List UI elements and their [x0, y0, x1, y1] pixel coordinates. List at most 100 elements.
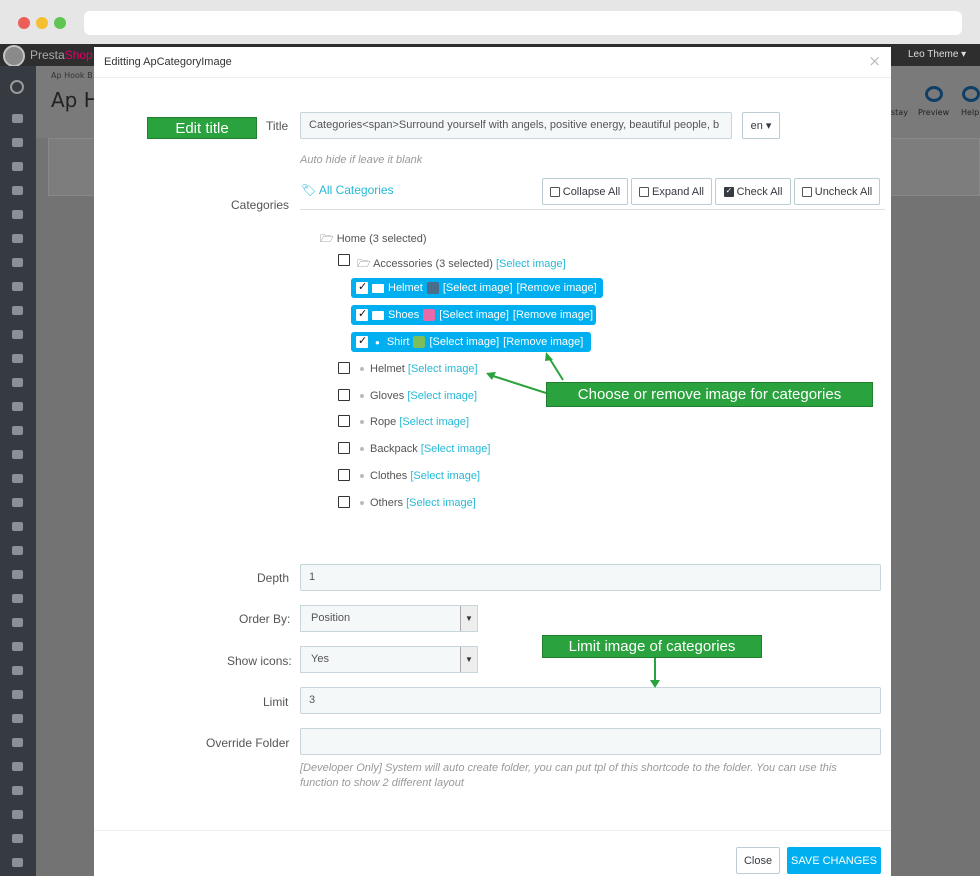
truck-icon[interactable]: [12, 546, 23, 555]
remove-image-link[interactable]: [Remove image]: [517, 282, 597, 294]
select-image-link[interactable]: [Select image]: [407, 390, 477, 402]
select-image-link[interactable]: [Select image]: [429, 336, 499, 348]
collapse-icon: [549, 186, 560, 197]
select-image-link[interactable]: [Select image]: [421, 443, 491, 455]
select-image-link[interactable]: [Select image]: [410, 470, 480, 482]
close-window-icon[interactable]: [18, 17, 30, 29]
wrench-icon[interactable]: [12, 594, 23, 603]
select-image-link[interactable]: [Select image]: [399, 416, 469, 428]
title-input[interactable]: Categories<span>Surround yourself with a…: [300, 112, 732, 139]
uncheck-all-button[interactable]: Uncheck All: [794, 178, 880, 205]
close-button[interactable]: Close: [736, 847, 780, 874]
tree-home-node[interactable]: 🗁 Home (3 selected): [320, 230, 427, 249]
remove-image-link[interactable]: [Remove image]: [503, 336, 583, 348]
globe-icon[interactable]: [12, 714, 23, 723]
tree-item-shirt-selected[interactable]: ● Shirt [Select image] [Remove image]: [351, 332, 591, 352]
tree-item[interactable]: Clothes [Select image]: [360, 470, 480, 482]
preview-button[interactable]: Preview: [918, 108, 949, 117]
globe-icon[interactable]: [12, 282, 23, 291]
tree-item-checkbox[interactable]: [338, 442, 350, 454]
tree-item[interactable]: Helmet [Select image]: [360, 363, 478, 375]
tree-item-helmet-selected[interactable]: Helmet [Select image] [Remove image]: [351, 278, 603, 298]
save-changes-button[interactable]: SAVE CHANGES: [787, 847, 881, 874]
gears-icon[interactable]: [12, 618, 23, 627]
puzzle-icon[interactable]: [12, 666, 23, 675]
select-image-link[interactable]: [Select image]: [439, 309, 509, 321]
override-folder-input[interactable]: [300, 728, 881, 755]
globe-icon[interactable]: [12, 426, 23, 435]
truck-icon[interactable]: [12, 834, 23, 843]
tag-icon[interactable]: [12, 786, 23, 795]
depth-input[interactable]: 1: [300, 564, 881, 591]
title-label: Title: [266, 119, 289, 133]
tag-icon[interactable]: [12, 210, 23, 219]
select-image-link[interactable]: [Select image]: [443, 282, 513, 294]
help-icon[interactable]: [962, 86, 980, 102]
expand-all-button[interactable]: Expand All: [631, 178, 712, 205]
tree-item-checkbox[interactable]: [338, 469, 350, 481]
tag-icon[interactable]: [12, 354, 23, 363]
tag-icon[interactable]: [12, 498, 23, 507]
order-by-select[interactable]: Position ▼: [300, 605, 478, 632]
tree-item[interactable]: Gloves [Select image]: [360, 390, 477, 402]
language-dropdown[interactable]: en ▾: [742, 112, 780, 139]
puzzle-icon[interactable]: [12, 378, 23, 387]
truck-icon[interactable]: [12, 690, 23, 699]
helmet-checkbox[interactable]: [356, 280, 368, 294]
globe-icon[interactable]: [12, 858, 23, 867]
wrench-icon[interactable]: [12, 306, 23, 315]
tree-item[interactable]: Others [Select image]: [360, 497, 476, 509]
puzzle-icon[interactable]: [12, 234, 23, 243]
truck-icon[interactable]: [12, 402, 23, 411]
select-image-link[interactable]: [Select image]: [408, 363, 478, 375]
select-image-link[interactable]: [Select image]: [496, 258, 566, 270]
gears-icon[interactable]: [12, 474, 23, 483]
truck-icon[interactable]: [12, 258, 23, 267]
folder-open-icon: 🗁: [357, 258, 371, 270]
limit-input[interactable]: 3: [300, 687, 881, 714]
close-icon[interactable]: ×: [868, 52, 881, 70]
maximize-window-icon[interactable]: [54, 17, 66, 29]
remove-image-link[interactable]: [Remove image]: [513, 309, 593, 321]
gears-icon[interactable]: [12, 762, 23, 771]
puzzle-icon[interactable]: [12, 810, 23, 819]
eye-icon[interactable]: [925, 86, 943, 102]
stay-label[interactable]: stay: [891, 108, 908, 117]
accessories-checkbox[interactable]: [338, 254, 350, 266]
tree-item-checkbox[interactable]: [338, 389, 350, 401]
bullet-icon: [360, 394, 364, 399]
globe-icon[interactable]: [12, 570, 23, 579]
folder-icon: [372, 310, 384, 320]
tree-item-checkbox[interactable]: [338, 496, 350, 508]
show-icons-select[interactable]: Yes ▼: [300, 646, 478, 673]
gears-icon[interactable]: [12, 330, 23, 339]
wrench-icon[interactable]: [12, 738, 23, 747]
user-menu[interactable]: Leo Theme ▾: [908, 49, 966, 60]
page-title: Ap H: [51, 88, 99, 112]
tree-item-checkbox[interactable]: [338, 415, 350, 427]
tag-icon[interactable]: [12, 642, 23, 651]
check-all-button[interactable]: Check All: [715, 178, 791, 205]
title-help-text: Auto hide if leave it blank: [300, 154, 423, 166]
shoes-checkbox[interactable]: [356, 307, 368, 321]
catalog-icon[interactable]: [12, 162, 23, 171]
wrench-icon[interactable]: [12, 450, 23, 459]
bullet-icon: ●: [375, 337, 380, 347]
shirt-checkbox[interactable]: [356, 334, 368, 348]
orders-icon[interactable]: [12, 138, 23, 147]
tree-item-shoes-selected[interactable]: Shoes [Select image] [Remove image]: [351, 305, 596, 325]
collapse-all-button[interactable]: Collapse All: [542, 178, 628, 205]
customers-icon[interactable]: [12, 186, 23, 195]
dashboard-icon[interactable]: [12, 114, 23, 123]
help-button[interactable]: Help: [961, 108, 979, 117]
address-bar[interactable]: [84, 11, 962, 35]
tree-item[interactable]: Backpack [Select image]: [360, 443, 490, 455]
minimize-window-icon[interactable]: [36, 17, 48, 29]
select-image-link[interactable]: [Select image]: [406, 497, 476, 509]
puzzle-icon[interactable]: [12, 522, 23, 531]
all-categories-link[interactable]: 🏷 All Categories: [301, 183, 394, 197]
tree-item[interactable]: Rope [Select image]: [360, 416, 469, 428]
search-icon[interactable]: [10, 80, 24, 94]
tree-item-checkbox[interactable]: [338, 362, 350, 374]
tree-accessories-node[interactable]: 🗁 Accessories (3 selected) [Select image…: [357, 255, 566, 274]
